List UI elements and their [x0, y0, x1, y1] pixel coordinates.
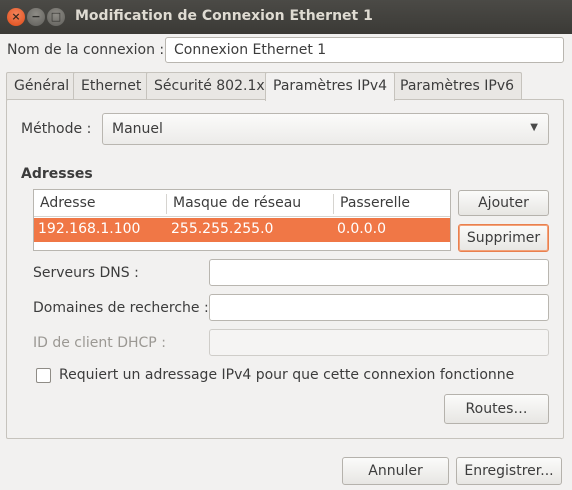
addresses-table[interactable]: Adresse Masque de réseau Passerelle 192.… [33, 189, 451, 251]
connection-name-label: Nom de la connexion : [7, 42, 165, 58]
method-label: Méthode : [21, 121, 92, 137]
table-row[interactable]: 192.168.1.100 255.255.255.0 0.0.0.0 [34, 218, 450, 242]
column-header-gateway[interactable]: Passerelle [340, 195, 410, 211]
dhcp-client-id-input [209, 329, 549, 356]
chevron-down-icon: ▼ [530, 122, 538, 133]
routes-button[interactable]: Routes… [444, 394, 549, 424]
dns-servers-input[interactable] [209, 259, 549, 286]
cancel-button[interactable]: Annuler [342, 457, 449, 485]
window-title: Modification de Connexion Ethernet 1 [75, 8, 373, 24]
connection-name-input[interactable]: Connexion Ethernet 1 [165, 37, 564, 63]
tab-security-8021x[interactable]: Sécurité 802.1x [146, 72, 273, 100]
search-domains-label: Domaines de recherche : [33, 300, 209, 316]
address-cell[interactable]: 192.168.1.100 [38, 221, 140, 237]
method-combobox[interactable]: Manuel ▼ [102, 113, 549, 145]
dhcp-client-id-label: ID de client DHCP : [33, 335, 166, 351]
addresses-table-header: Adresse Masque de réseau Passerelle [34, 190, 450, 217]
title-bar: × − □ Modification de Connexion Ethernet… [0, 0, 572, 34]
save-button[interactable]: Enregistrer... [456, 457, 562, 485]
minimize-window-button[interactable]: − [27, 8, 45, 26]
method-value: Manuel [112, 121, 163, 137]
close-window-button[interactable]: × [7, 8, 25, 26]
require-ipv4-checkbox[interactable] [36, 368, 51, 383]
maximize-window-button[interactable]: □ [47, 8, 65, 26]
add-address-button[interactable]: Ajouter [458, 190, 549, 216]
column-header-address[interactable]: Adresse [40, 195, 95, 211]
tab-ipv4-settings[interactable]: Paramètres IPv4 [265, 72, 396, 101]
gateway-cell[interactable]: 0.0.0.0 [337, 221, 386, 237]
tab-general[interactable]: Général [6, 72, 78, 100]
addresses-section-title: Adresses [21, 166, 93, 182]
search-domains-input[interactable] [209, 294, 549, 321]
column-header-netmask[interactable]: Masque de réseau [173, 195, 301, 211]
netmask-cell[interactable]: 255.255.255.0 [171, 221, 273, 237]
delete-address-button[interactable]: Supprimer [458, 224, 549, 252]
column-separator [333, 194, 334, 214]
tab-ethernet[interactable]: Ethernet [73, 72, 150, 100]
require-ipv4-label[interactable]: Requiert un adressage IPv4 pour que cett… [59, 367, 514, 383]
column-separator [166, 194, 167, 214]
dns-servers-label: Serveurs DNS : [33, 265, 139, 281]
tab-ipv6-settings[interactable]: Paramètres IPv6 [392, 72, 523, 100]
